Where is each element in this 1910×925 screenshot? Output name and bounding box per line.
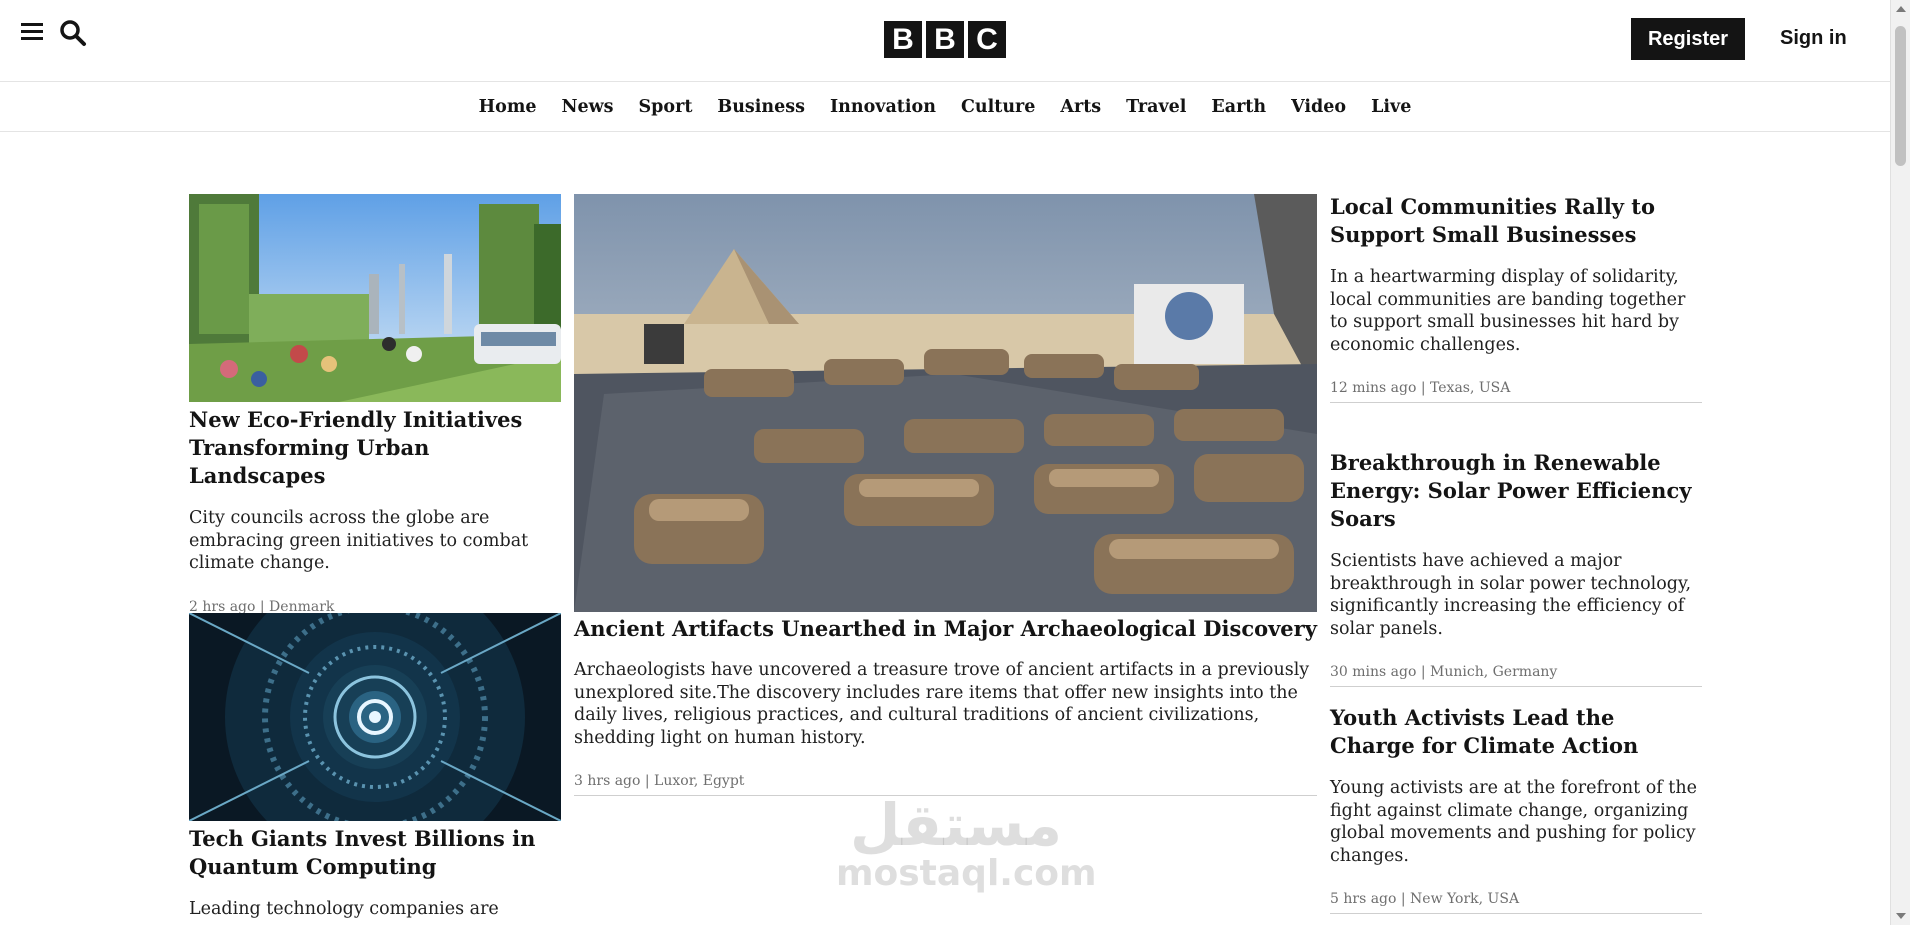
article-card-solar[interactable]: Breakthrough in Renewable Energy: Solar … [1330,449,1702,687]
search-icon[interactable] [59,19,87,47]
divider [574,795,1317,796]
watermark-arabic: مستقل [849,791,1063,859]
divider [1330,402,1702,403]
divider [1330,913,1702,914]
sign-in-link[interactable]: Sign in [1780,27,1847,50]
article-card-communities[interactable]: Local Communities Rally to Support Small… [1330,193,1702,403]
article-card-artifacts[interactable]: Ancient Artifacts Unearthed in Major Arc… [574,194,1317,796]
vertical-scrollbar[interactable] [1890,0,1910,925]
watermark-latin: mostaql.com [836,853,1097,894]
scroll-up-arrow-icon[interactable] [1896,6,1906,12]
nav-item-culture[interactable]: Culture [961,97,1035,117]
article-title[interactable]: New Eco-Friendly Initiatives Transformin… [189,406,561,490]
article-summary: Young activists are at the forefront of … [1330,778,1697,866]
article-image-urban-green[interactable] [189,194,561,402]
nav-item-video[interactable]: Video [1291,97,1346,117]
article-title[interactable]: Youth Activists Lead the Charge for Clim… [1330,704,1702,760]
nav-item-home[interactable]: Home [479,97,537,117]
mostaql-watermark: مستقل mostaql.com [836,791,1097,894]
nav-item-innovation[interactable]: Innovation [830,97,936,117]
nav-item-business[interactable]: Business [717,97,805,117]
article-title[interactable]: Local Communities Rally to Support Small… [1330,193,1702,249]
hamburger-menu-icon[interactable] [19,19,47,47]
article-meta: 3 hrs ago | Luxor, Egypt [574,773,745,789]
article-title[interactable]: Tech Giants Invest Billions in Quantum C… [189,825,561,881]
article-summary: City councils across the globe are embra… [189,508,529,573]
nav-item-earth[interactable]: Earth [1211,97,1266,117]
logo-letter: C [968,21,1006,58]
article-meta: 12 mins ago | Texas, USA [1330,380,1511,396]
article-card-eco[interactable]: New Eco-Friendly Initiatives Transformin… [189,194,561,622]
article-card-quantum[interactable]: Tech Giants Invest Billions in Quantum C… [189,613,561,921]
nav-item-live[interactable]: Live [1371,97,1411,117]
main-navigation: Home News Sport Business Innovation Cult… [0,82,1890,132]
nav-item-arts[interactable]: Arts [1060,97,1101,117]
article-image-ancient-artifacts[interactable] [574,194,1317,612]
article-summary: Archaeologists have uncovered a treasure… [574,660,1310,748]
register-button[interactable]: Register [1631,18,1745,60]
article-image-quantum-tunnel[interactable] [189,613,561,821]
logo-letter: B [926,21,964,58]
nav-item-news[interactable]: News [561,97,613,117]
article-meta: 30 mins ago | Munich, Germany [1330,664,1558,680]
divider [1330,686,1702,687]
article-title[interactable]: Breakthrough in Renewable Energy: Solar … [1330,449,1702,533]
article-summary: Scientists have achieved a major breakth… [1330,551,1692,639]
scrollbar-thumb[interactable] [1895,26,1906,166]
article-title[interactable]: Ancient Artifacts Unearthed in Major Arc… [574,615,1317,643]
nav-item-sport[interactable]: Sport [639,97,693,117]
article-summary: In a heartwarming display of solidarity,… [1330,267,1686,355]
article-summary: Leading technology companies are [189,899,499,919]
scroll-down-arrow-icon[interactable] [1896,913,1906,919]
article-meta: 5 hrs ago | New York, USA [1330,891,1520,907]
logo-letter: B [884,21,922,58]
nav-item-travel[interactable]: Travel [1126,97,1186,117]
bbc-logo[interactable]: B B C [884,21,1006,58]
site-header: B B C Register Sign in [0,0,1890,82]
article-card-climate[interactable]: Youth Activists Lead the Charge for Clim… [1330,704,1702,914]
